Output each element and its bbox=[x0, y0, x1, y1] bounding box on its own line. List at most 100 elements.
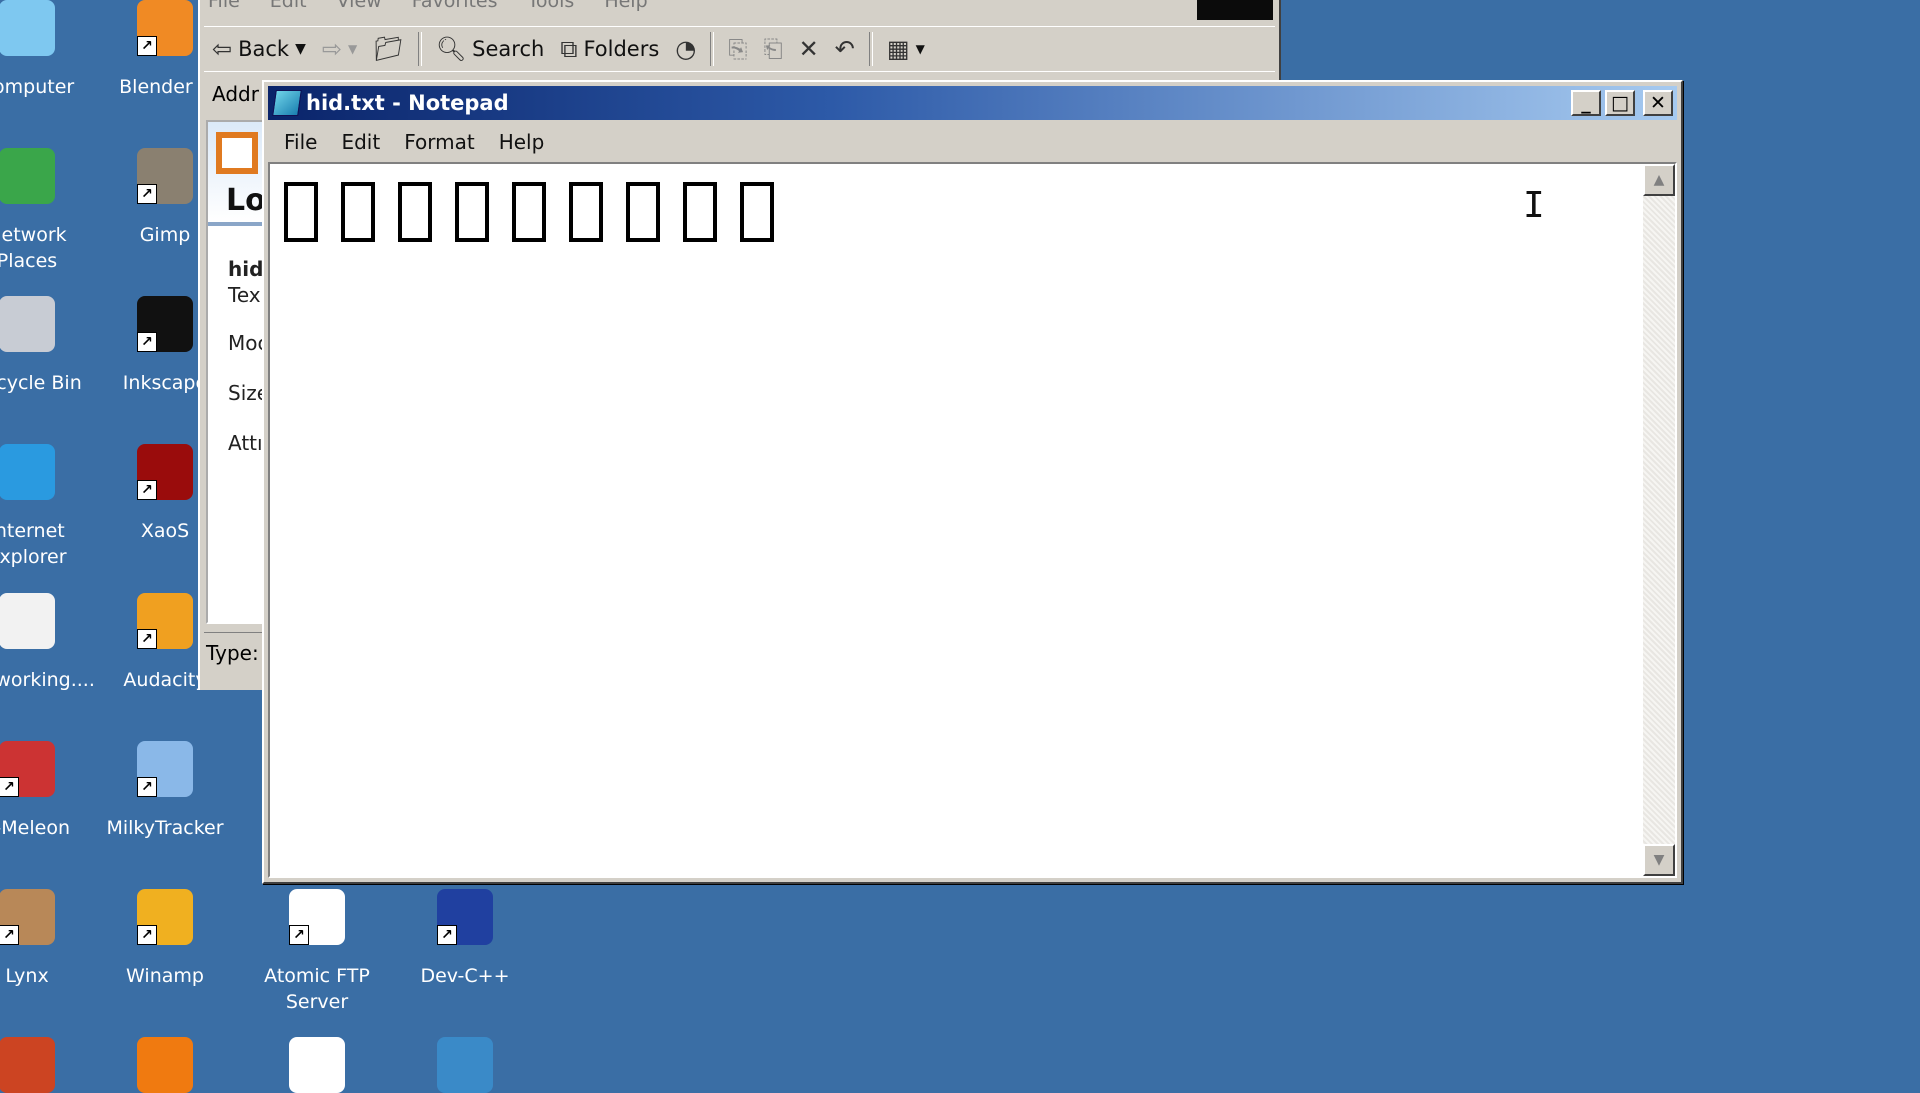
history-clock-icon: ◔ bbox=[675, 35, 697, 63]
explorer-menu-tools[interactable]: Tools bbox=[528, 0, 575, 20]
missing-glyph-box bbox=[341, 182, 375, 242]
window-title: hid.txt - Notepad bbox=[306, 91, 509, 115]
maximize-button[interactable]: □ bbox=[1605, 90, 1635, 116]
shortcut-arrow-icon: ↗ bbox=[137, 36, 157, 56]
views-button[interactable]: ▦ ▼ bbox=[879, 30, 933, 68]
desktop-icon-networking-app[interactable]: Networking.... bbox=[0, 593, 95, 693]
explorer-menu-favorites[interactable]: Favorites bbox=[412, 0, 498, 20]
explorer-details-pane: Lo hid Tex Moc Size Attı bbox=[206, 120, 268, 624]
desktop-icon-label: Dev-C++ bbox=[420, 965, 510, 987]
move-to-button[interactable]: ⎘ bbox=[720, 30, 755, 68]
shortcut-arrow-icon: ↗ bbox=[0, 777, 19, 797]
explorer-status-bar: Type: bbox=[204, 632, 266, 673]
desktop-icon-winamp[interactable]: ↗ Winamp bbox=[100, 889, 230, 989]
up-folder-button[interactable]: 📁︎ bbox=[365, 30, 411, 68]
shortcut-arrow-icon: ↗ bbox=[437, 925, 457, 945]
attributes-label: Attı bbox=[228, 431, 263, 455]
explorer-menu-file[interactable]: File bbox=[208, 0, 240, 20]
missing-glyph-box bbox=[626, 182, 660, 242]
explorer-menu-bar: File Edit View Favorites Tools Help bbox=[208, 0, 648, 20]
views-dropdown-icon: ▼ bbox=[915, 42, 925, 56]
forward-arrow-icon: ⇨ bbox=[321, 35, 342, 63]
atomic-ftp-icon: ↗ bbox=[289, 889, 345, 945]
desktop-icon-label: Networking.... bbox=[0, 669, 95, 691]
views-grid-icon: ▦ bbox=[886, 35, 910, 63]
desktop-icon-partial[interactable] bbox=[0, 1037, 92, 1093]
audacity-icon: ↗ bbox=[137, 593, 193, 649]
explorer-menu-view[interactable]: View bbox=[337, 0, 382, 20]
desktop-icon-lynx[interactable]: ↗ Lynx bbox=[0, 889, 92, 989]
desktop-icon-network-places[interactable]: Network Places bbox=[0, 148, 92, 274]
back-dropdown-icon[interactable]: ▼ bbox=[295, 41, 306, 57]
desktop-icon-atomic-ftp[interactable]: ↗ Atomic FTP Server bbox=[252, 889, 382, 1015]
desktop-icon-label: Atomic FTP Server bbox=[264, 965, 370, 1013]
shortcut-arrow-icon: ↗ bbox=[137, 777, 157, 797]
modified-label: Moc bbox=[228, 331, 268, 355]
k-meleon-icon: ↗ bbox=[0, 741, 55, 797]
undo-button[interactable]: ↶ bbox=[827, 30, 863, 68]
explorer-toolbar: ⇦ Back ▼ ⇨ ▼ 📁︎ 🔍︎ Search ⧉ Folders ◔ ⎘ … bbox=[204, 26, 1275, 72]
vertical-scrollbar[interactable]: ▲ ▼ bbox=[1643, 164, 1675, 876]
shortcut-arrow-icon: ↗ bbox=[137, 629, 157, 649]
toolbar-separator bbox=[417, 32, 422, 66]
desktop-icon-label: Computer bbox=[0, 76, 75, 98]
folders-label: Folders bbox=[583, 37, 660, 61]
copy-to-button[interactable]: ⎗ bbox=[755, 30, 790, 68]
generic-app-icon bbox=[289, 1037, 345, 1093]
explorer-menu-help[interactable]: Help bbox=[604, 0, 647, 20]
dragon-app-icon bbox=[0, 1037, 55, 1093]
desktop-icon-partial[interactable] bbox=[400, 1037, 530, 1093]
desktop-icon-recycle-bin[interactable]: Recycle Bin bbox=[0, 296, 92, 396]
missing-glyph-box bbox=[284, 182, 318, 242]
menu-format[interactable]: Format bbox=[392, 124, 486, 156]
my-computer-icon bbox=[0, 0, 55, 56]
desktop-icon-milkytracker[interactable]: ↗ MilkyTracker bbox=[100, 741, 230, 841]
delete-button[interactable]: ✕ bbox=[791, 30, 827, 68]
scroll-up-button[interactable]: ▲ bbox=[1643, 164, 1675, 196]
back-arrow-icon: ⇦ bbox=[212, 35, 233, 63]
details-heading: Lo bbox=[226, 183, 266, 218]
desktop-icon-internet-explorer[interactable]: Internet Explorer bbox=[0, 444, 92, 570]
copy-to-icon: ⎗ bbox=[763, 35, 783, 63]
toolbar-separator bbox=[868, 32, 873, 66]
forward-button[interactable]: ⇨ ▼ bbox=[314, 30, 365, 68]
notepad-app-icon[interactable] bbox=[272, 90, 302, 116]
text-editor-area[interactable]: ▲ ▼ bbox=[268, 162, 1677, 878]
toolbar-separator bbox=[710, 32, 715, 66]
size-label: Size bbox=[228, 381, 268, 405]
desktop-icon-label: Recycle Bin bbox=[0, 372, 82, 394]
lynx-icon: ↗ bbox=[0, 889, 55, 945]
search-button[interactable]: 🔍︎ Search bbox=[428, 30, 553, 68]
recycle-bin-icon bbox=[0, 296, 55, 352]
menu-help[interactable]: Help bbox=[487, 124, 557, 156]
shortcut-arrow-icon: ↗ bbox=[0, 925, 19, 945]
desktop-icon-dev-cpp[interactable]: ↗ Dev-C++ bbox=[400, 889, 530, 989]
menu-file[interactable]: File bbox=[272, 124, 329, 156]
history-button[interactable]: ◔ bbox=[667, 30, 704, 68]
desktop-icon-label: Internet Explorer bbox=[0, 520, 67, 568]
shortcut-arrow-icon: ↗ bbox=[137, 925, 157, 945]
desktop-icon-partial[interactable] bbox=[100, 1037, 230, 1093]
back-label: Back bbox=[238, 37, 290, 61]
globe-app-icon bbox=[437, 1037, 493, 1093]
desktop-icon-k-meleon[interactable]: ↗ K-Meleon bbox=[0, 741, 92, 841]
divider bbox=[208, 222, 266, 226]
menu-edit[interactable]: Edit bbox=[329, 124, 392, 156]
inkscape-icon: ↗ bbox=[137, 296, 193, 352]
notepad-title-bar[interactable]: hid.txt - Notepad _ □ ✕ bbox=[268, 86, 1677, 120]
undo-icon: ↶ bbox=[834, 35, 855, 63]
file-type: Tex bbox=[228, 283, 261, 307]
document-icon bbox=[216, 132, 258, 174]
explorer-menu-edit[interactable]: Edit bbox=[270, 0, 307, 20]
back-button[interactable]: ⇦ Back ▼ bbox=[204, 30, 314, 68]
shortcut-arrow-icon: ↗ bbox=[137, 332, 157, 352]
delete-x-icon: ✕ bbox=[798, 35, 819, 63]
desktop-icon-partial[interactable] bbox=[252, 1037, 382, 1093]
desktop-icon-my-computer[interactable]: Computer bbox=[0, 0, 92, 100]
scroll-down-button[interactable]: ▼ bbox=[1643, 844, 1675, 876]
notepad-window[interactable]: hid.txt - Notepad _ □ ✕ File Edit Format… bbox=[262, 80, 1683, 884]
shortcut-arrow-icon: ↗ bbox=[137, 184, 157, 204]
close-button[interactable]: ✕ bbox=[1643, 90, 1673, 116]
minimize-button[interactable]: _ bbox=[1571, 90, 1601, 116]
folders-button[interactable]: ⧉ Folders bbox=[552, 30, 667, 68]
